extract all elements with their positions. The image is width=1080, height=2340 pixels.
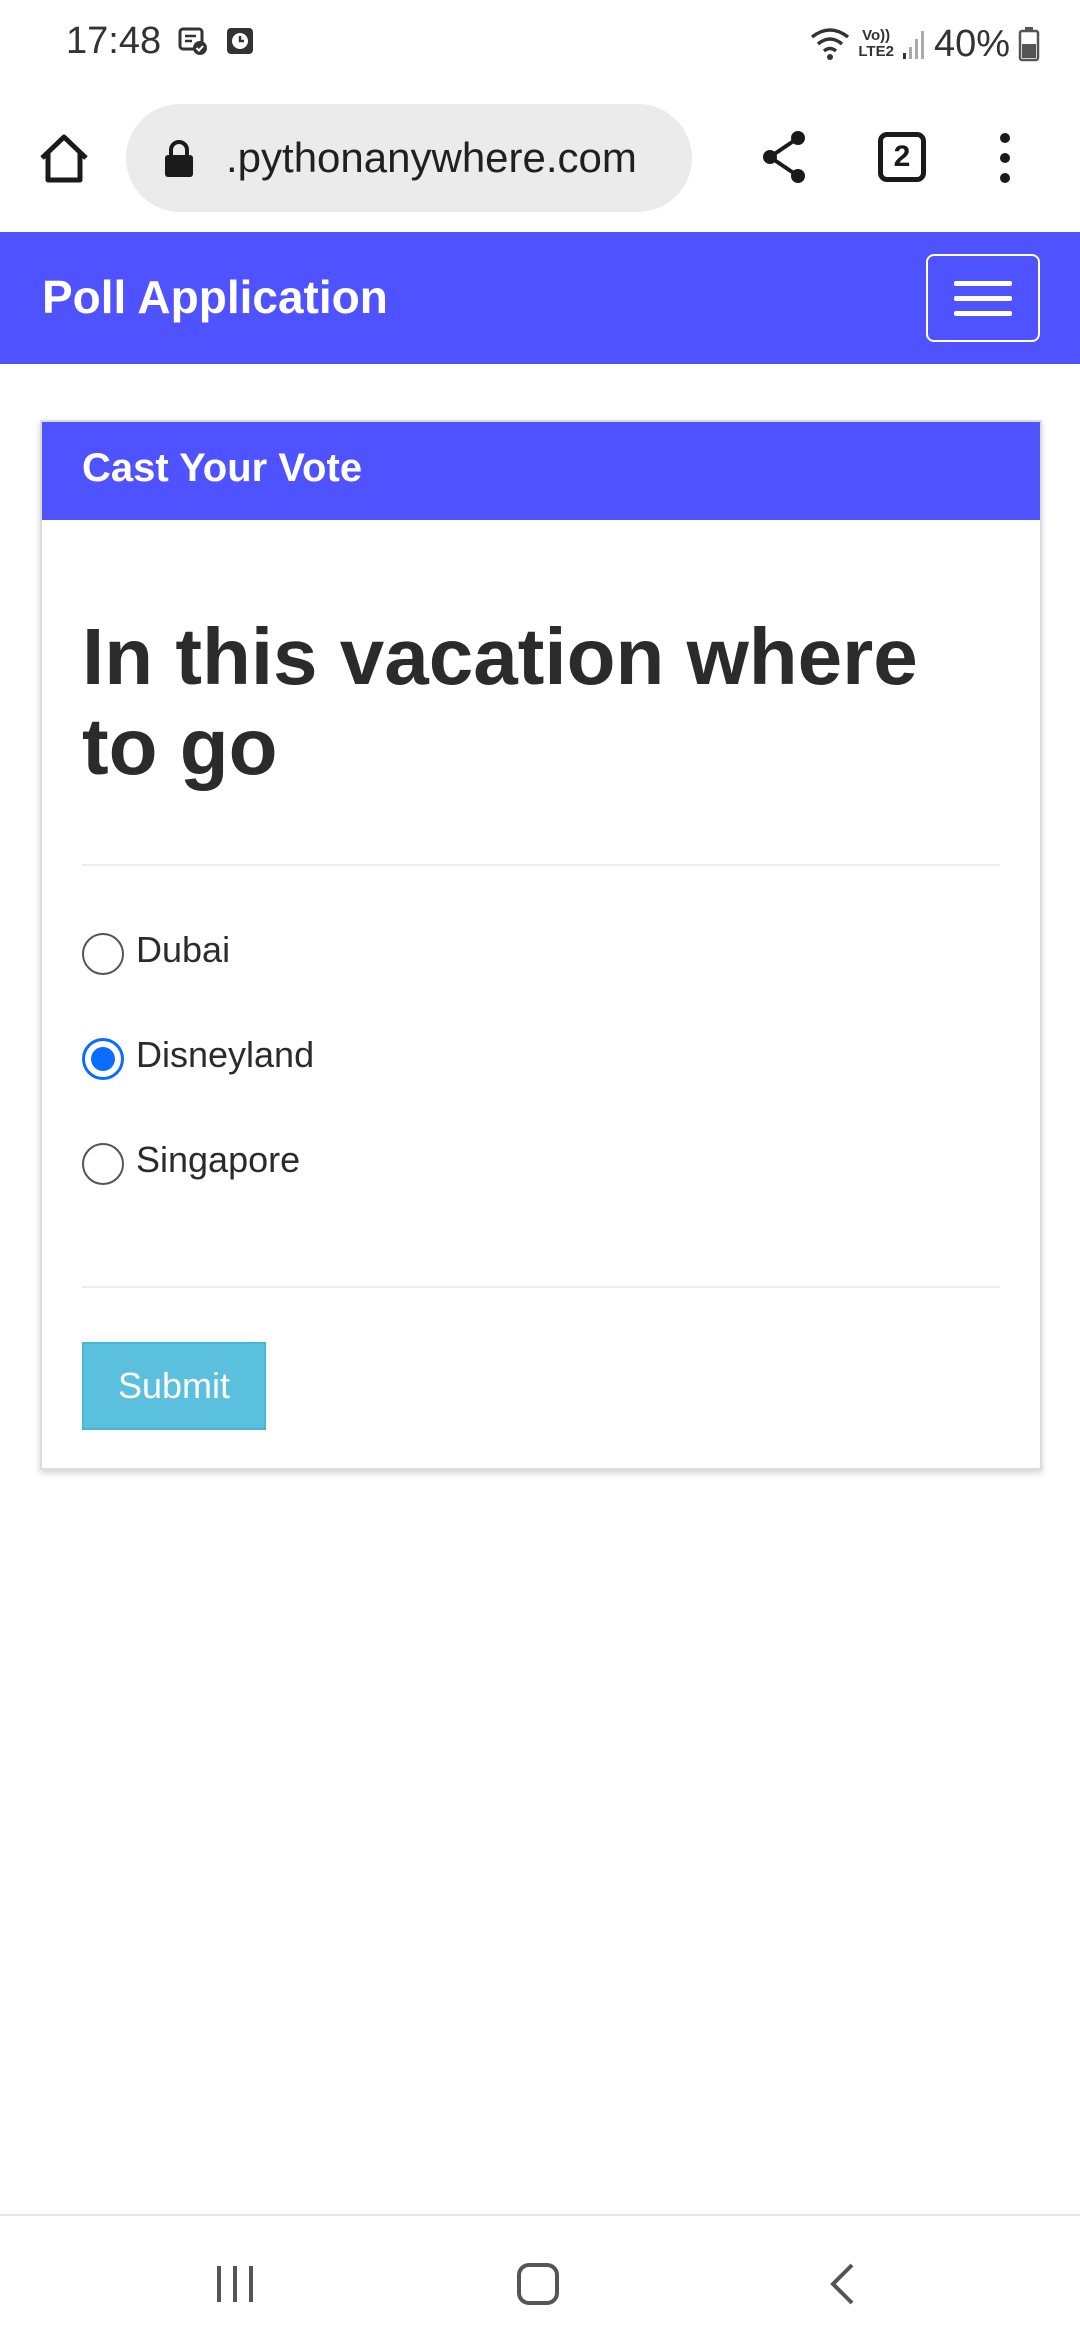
choice-label: Dubai	[136, 929, 231, 970]
hamburger-icon-bar	[954, 280, 1012, 286]
back-icon[interactable]	[828, 2262, 856, 2306]
wifi-icon	[811, 28, 850, 60]
status-right-group: Vo)) LTE2 40%	[810, 20, 1040, 68]
app-navbar: Poll Application	[0, 232, 1080, 364]
poll-question: In this vacation where to go	[82, 612, 918, 791]
choice-singapore[interactable]: Singapore	[82, 1130, 300, 1190]
divider-bottom	[82, 1286, 1000, 1288]
share-icon[interactable]	[756, 126, 812, 188]
home-icon[interactable]	[34, 128, 94, 188]
choice-dubai[interactable]: Dubai	[82, 920, 230, 980]
volte-indicator: Vo)) LTE2	[858, 28, 894, 60]
more-vert-icon[interactable]	[990, 128, 1020, 188]
volte-line-2: LTE2	[858, 43, 894, 60]
choice-label: Disneyland	[136, 1034, 315, 1075]
choice-disneyland[interactable]: Disneyland	[82, 1025, 314, 1085]
battery-icon	[1018, 27, 1040, 62]
vote-card: Cast Your Vote In this vacation where to…	[40, 420, 1042, 1470]
radio-dubai[interactable]	[82, 933, 124, 975]
hamburger-icon-bar	[954, 295, 1012, 301]
hamburger-icon-bar	[954, 310, 1012, 316]
tabs-icon[interactable]: 2	[878, 132, 926, 182]
navbar-brand[interactable]: Poll Application	[42, 270, 388, 324]
status-bar: 17:48 Vo)) LTE2 40%	[0, 0, 1080, 86]
divider-top	[82, 864, 1000, 866]
submit-button[interactable]: Submit	[82, 1342, 266, 1430]
battery-percent: 40%	[933, 22, 1010, 65]
browser-toolbar: .pythonanywhere.com 2	[0, 86, 1080, 232]
hamburger-menu-button[interactable]	[926, 254, 1040, 342]
system-nav-bar	[0, 2214, 1080, 2340]
radio-singapore[interactable]	[82, 1143, 124, 1185]
choice-label: Singapore	[136, 1139, 301, 1180]
clock-notification-icon	[227, 28, 253, 54]
signal-icon	[902, 31, 924, 59]
radio-disneyland[interactable]	[82, 1038, 124, 1080]
address-bar[interactable]: .pythonanywhere.com	[126, 104, 692, 212]
home-nav-icon[interactable]	[516, 2262, 560, 2306]
url-text: .pythonanywhere.com	[226, 134, 637, 181]
recents-icon[interactable]	[214, 2264, 256, 2304]
card-header: Cast Your Vote	[42, 422, 1040, 520]
card-header-title: Cast Your Vote	[82, 446, 363, 490]
screenshot-notification-icon	[178, 27, 207, 55]
lock-icon	[165, 140, 193, 177]
status-time: 17:48	[66, 20, 162, 62]
volte-line-1: Vo))	[862, 27, 891, 44]
